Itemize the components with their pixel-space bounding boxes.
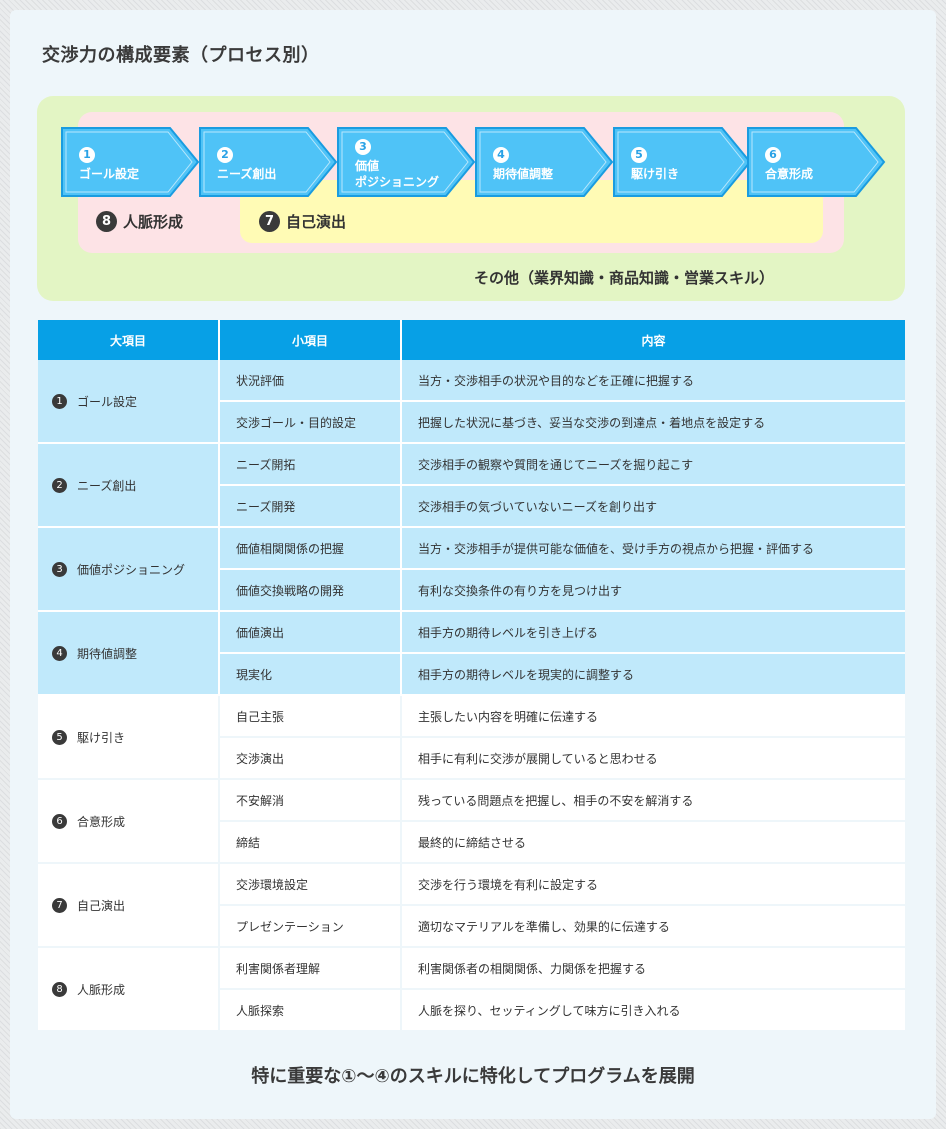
content-cell: 相手方の期待レベルを現実的に調整する bbox=[401, 653, 905, 696]
subcategory-cell: 交渉演出 bbox=[219, 737, 402, 780]
step-number-badge: 4 bbox=[493, 147, 509, 163]
header-subcategory: 小項目 bbox=[219, 320, 402, 360]
step-label-1: 1 ゴール設定 bbox=[79, 146, 139, 182]
step-label-text-line2: ポジショニング bbox=[355, 175, 440, 189]
subcategory-cell: ニーズ開発 bbox=[219, 485, 402, 528]
category-cell: 8 人脈形成 bbox=[38, 947, 220, 1032]
category-cell: 1 ゴール設定 bbox=[38, 360, 220, 444]
step-number-badge: 1 bbox=[79, 147, 95, 163]
content-cell: 当方・交渉相手が提供可能な価値を、受け手方の視点から把握・評価する bbox=[401, 527, 905, 570]
subcategory-cell: 交渉ゴール・目的設定 bbox=[219, 401, 402, 444]
category-name: 価値ポジショニング bbox=[77, 562, 186, 577]
subcategory-cell: 交渉環境設定 bbox=[219, 863, 402, 906]
category-cell: 3 価値ポジショニング bbox=[38, 527, 220, 612]
subcategory-cell: 人脈探索 bbox=[219, 989, 402, 1032]
step-label-2: 2 ニーズ創出 bbox=[217, 146, 276, 182]
content-cell: 残っている問題点を把握し、相手の不安を解消する bbox=[401, 779, 905, 822]
table-row: 6 合意形成 不安解消 残っている問題点を把握し、相手の不安を解消する bbox=[38, 779, 905, 864]
category-name: ゴール設定 bbox=[77, 394, 138, 409]
table-row: 7 自己演出 交渉環境設定 交渉を行う環境を有利に設定する bbox=[38, 863, 905, 948]
step-number-badge: 2 bbox=[217, 147, 233, 163]
category-name: 自己演出 bbox=[77, 898, 126, 913]
category-cell: 7 自己演出 bbox=[38, 863, 220, 948]
content-cell: 交渉相手の気づいていないニーズを創り出す bbox=[401, 485, 905, 528]
step-label-4: 4 期待値調整 bbox=[493, 146, 553, 182]
step-label-6: 6 合意形成 bbox=[765, 146, 813, 182]
skills-table: 大項目 小項目 内容 1 ゴール設定 状況評価 当方・交渉相手の状況や目的などを正確に… bbox=[38, 320, 905, 1032]
content-cell: 主張したい内容を明確に伝達する bbox=[401, 695, 905, 738]
category-name: 人脈形成 bbox=[77, 982, 126, 997]
subcategory-cell: プレゼンテーション bbox=[219, 905, 402, 948]
subcategory-cell: 現実化 bbox=[219, 653, 402, 696]
step-label-text: 合意形成 bbox=[765, 167, 814, 181]
table-row: 5 駆け引き 自己主張 主張したい内容を明確に伝達する bbox=[38, 695, 905, 780]
category-number-badge: 5 bbox=[52, 729, 67, 745]
table-header-row: 大項目 小項目 内容 bbox=[38, 320, 905, 360]
subcategory-cell: 締結 bbox=[219, 821, 402, 864]
subcategory-cell: 価値演出 bbox=[219, 611, 402, 654]
content-cell: 交渉を行う環境を有利に設定する bbox=[401, 863, 905, 906]
header-category: 大項目 bbox=[38, 320, 220, 360]
category-number-badge: 3 bbox=[52, 561, 67, 577]
step-label-3: 3 価値ポジショニング bbox=[355, 138, 439, 190]
content-cell: 当方・交渉相手の状況や目的などを正確に把握する bbox=[401, 360, 905, 402]
content-cell: 最終的に締結させる bbox=[401, 821, 905, 864]
header-content: 内容 bbox=[401, 320, 905, 360]
category-number-badge: 8 bbox=[52, 981, 67, 997]
table-row: 4 期待値調整 価値演出 相手方の期待レベルを引き上げる bbox=[38, 611, 905, 696]
content-cell: 適切なマテリアルを準備し、効果的に伝達する bbox=[401, 905, 905, 948]
subcategory-cell: 価値相関関係の把握 bbox=[219, 527, 402, 570]
content-cell: 交渉相手の観察や質問を通じてニーズを掘り起こす bbox=[401, 443, 905, 486]
zone-label-other: その他（業界知識・商品知識・営業スキル） bbox=[474, 269, 775, 287]
category-name: 駆け引き bbox=[77, 730, 126, 745]
table-row: 2 ニーズ創出 ニーズ開拓 交渉相手の観察や質問を通じてニーズを掘り起こす bbox=[38, 443, 905, 528]
subcategory-cell: 状況評価 bbox=[219, 360, 402, 402]
category-number-badge: 4 bbox=[52, 645, 67, 661]
category-cell: 4 期待値調整 bbox=[38, 611, 220, 696]
subcategory-cell: 利害関係者理解 bbox=[219, 947, 402, 990]
content-cell: 相手方の期待レベルを引き上げる bbox=[401, 611, 905, 654]
category-name: ニーズ創出 bbox=[77, 478, 137, 493]
step-label-5: 5 駆け引き bbox=[631, 146, 679, 182]
content-cell: 有利な交換条件の有り方を見つけ出す bbox=[401, 569, 905, 612]
subcategory-cell: 自己主張 bbox=[219, 695, 402, 738]
category-name: 期待値調整 bbox=[77, 646, 138, 661]
step-label-text: ゴール設定 bbox=[79, 167, 140, 181]
step-label-text: 駆け引き bbox=[631, 167, 680, 181]
step-number-badge: 5 bbox=[631, 147, 647, 163]
step-label-text: 期待値調整 bbox=[493, 167, 554, 181]
content-cell: 把握した状況に基づき、妥当な交渉の到達点・着地点を設定する bbox=[401, 401, 905, 444]
content-cell: 人脈を探り、セッティングして味方に引き入れる bbox=[401, 989, 905, 1032]
subcategory-cell: 価値交換戦略の開発 bbox=[219, 569, 402, 612]
content-cell: 利害関係者の相関関係、力関係を把握する bbox=[401, 947, 905, 990]
table-row: 1 ゴール設定 状況評価 当方・交渉相手の状況や目的などを正確に把握する bbox=[38, 360, 905, 444]
content-cell: 相手に有利に交渉が展開していると思わせる bbox=[401, 737, 905, 780]
category-cell: 5 駆け引き bbox=[38, 695, 220, 780]
subcategory-cell: 不安解消 bbox=[219, 779, 402, 822]
category-number-badge: 2 bbox=[52, 477, 67, 493]
table-row: 8 人脈形成 利害関係者理解 利害関係者の相関関係、力関係を把握する bbox=[38, 947, 905, 1032]
category-number-badge: 6 bbox=[52, 813, 67, 829]
category-name: 合意形成 bbox=[77, 814, 126, 829]
step-number-badge: 6 bbox=[765, 147, 781, 163]
process-steps bbox=[61, 127, 886, 197]
subcategory-cell: ニーズ開拓 bbox=[219, 443, 402, 486]
category-cell: 2 ニーズ創出 bbox=[38, 443, 220, 528]
table-row: 3 価値ポジショニング 価値相関関係の把握 当方・交渉相手が提供可能な価値を、受け手方… bbox=[38, 527, 905, 612]
category-cell: 6 合意形成 bbox=[38, 779, 220, 864]
category-number-badge: 7 bbox=[52, 897, 67, 913]
step-label-text: ニーズ創出 bbox=[217, 167, 277, 181]
step-number-badge: 3 bbox=[355, 139, 371, 155]
step-label-text: 価値 bbox=[355, 159, 380, 173]
footer-message: 特に重要な①〜④のスキルに特化してプログラムを展開 bbox=[251, 1066, 695, 1087]
category-number-badge: 1 bbox=[52, 393, 67, 409]
